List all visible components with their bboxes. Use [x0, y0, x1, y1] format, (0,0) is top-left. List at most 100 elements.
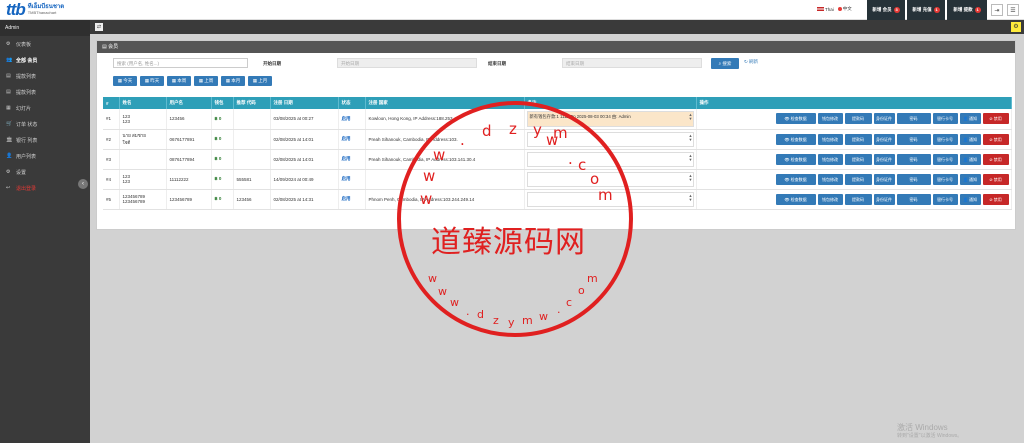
- password-button[interactable]: 密码: [896, 193, 931, 205]
- search-input[interactable]: 搜索 (用户名, 姓名...): [113, 58, 248, 68]
- check-data-button[interactable]: 👁 检查数据: [775, 153, 816, 165]
- sidebar-item-members[interactable]: 👥 全部 会员: [0, 52, 90, 68]
- disable-button[interactable]: ⊘ 禁用: [982, 113, 1009, 125]
- disable-button[interactable]: ⊘ 禁用: [982, 193, 1009, 205]
- remark-spinner-icon[interactable]: ▲ ▼: [689, 153, 693, 162]
- sidebar-item-order-status[interactable]: 🛒 订单 状态: [0, 116, 90, 132]
- id-card-button[interactable]: 身份证件: [873, 173, 895, 185]
- password-button[interactable]: 密码: [896, 133, 931, 145]
- logo-name-line2: TMBThanachart: [27, 10, 57, 15]
- bank-card-button[interactable]: 银行卡号: [932, 193, 958, 205]
- id-card-button[interactable]: 身份证件: [873, 153, 895, 165]
- sidebar-item-bank-list[interactable]: 🏛 银行 列表: [0, 132, 90, 148]
- sidebar-item-withdraw-list-2[interactable]: ▤ 提款列表: [0, 84, 90, 100]
- remark-textarea[interactable]: [526, 171, 694, 187]
- cell-no: #5: [103, 189, 120, 210]
- filter-this-month-button[interactable]: ▦ 本月: [221, 76, 245, 86]
- disable-button[interactable]: ⊘ 禁用: [982, 153, 1009, 165]
- cell-status: 启用: [338, 169, 366, 190]
- sidebar-item-logout[interactable]: ↩ 退出登录: [0, 180, 90, 196]
- wallet-edit-button[interactable]: 钱包修改: [817, 193, 843, 205]
- notify-button[interactable]: 👤 通知: [959, 133, 981, 145]
- filter-last-month-button[interactable]: ▦ 上月: [248, 76, 272, 86]
- sidebar-item-user-list[interactable]: 👤 用户列表: [0, 148, 90, 164]
- refresh-button[interactable]: ↻ 刷新: [744, 59, 758, 65]
- new-members-button[interactable]: 新增 会员 3: [867, 0, 905, 20]
- cell-username: 123456: [166, 109, 212, 130]
- notify-button[interactable]: 👤 通知: [959, 153, 981, 165]
- notify-button[interactable]: 👤 通知: [959, 173, 981, 185]
- lang-thai[interactable]: Thai: [817, 7, 834, 12]
- logout-icon[interactable]: ⇥: [991, 4, 1003, 16]
- menu-icon[interactable]: ☰: [1007, 4, 1019, 16]
- new-deposit-button[interactable]: 新增 充值 1: [907, 0, 945, 20]
- cell-wallet: ฿ 0: [211, 189, 234, 210]
- col-ref-code: 推荐 代码: [233, 97, 271, 109]
- bank-card-button[interactable]: 银行卡号: [932, 113, 958, 125]
- col-name: 姓名: [119, 97, 167, 109]
- check-data-button[interactable]: 👁 检查数据: [775, 113, 816, 125]
- cell-ip: Kowloon, Hong Kong, IP Address:188.253.: [365, 109, 525, 130]
- withdraw-code-button[interactable]: 提款码: [844, 153, 872, 165]
- swap-icon[interactable]: ⇄: [95, 23, 103, 31]
- new-withdraw-button[interactable]: 新增 提款 1: [947, 0, 987, 20]
- withdraw-code-button[interactable]: 提款码: [844, 133, 872, 145]
- user-icon: 👤: [6, 153, 13, 159]
- check-data-button[interactable]: 👁 检查数据: [775, 173, 816, 185]
- col-remark: 备注: [524, 97, 697, 109]
- bank-card-button[interactable]: 银行卡号: [932, 133, 958, 145]
- notify-button[interactable]: 👤 通知: [959, 193, 981, 205]
- filter-today-button[interactable]: ▦ 今天: [113, 76, 137, 86]
- filter-this-week-button[interactable]: ▦ 本周: [167, 76, 191, 86]
- windows-activation-notice: 激活 Windows 转到"设置"以激活 Windows。: [897, 423, 963, 439]
- filter-last-week-button[interactable]: ▦ 上周: [194, 76, 218, 86]
- lang-cn[interactable]: 中文: [837, 6, 852, 12]
- remark-textarea[interactable]: [526, 151, 694, 167]
- withdraw-code-button[interactable]: 提款码: [844, 113, 872, 125]
- slides-icon: ▦: [6, 105, 11, 111]
- china-flag-icon: [837, 6, 842, 11]
- start-date-input[interactable]: 开始日期: [337, 58, 477, 68]
- wallet-edit-button[interactable]: 钱包修改: [817, 173, 843, 185]
- sidebar-item-dashboard[interactable]: ⚙ 仪表板: [0, 36, 90, 52]
- disable-button[interactable]: ⊘ 禁用: [982, 173, 1009, 185]
- end-date-input[interactable]: 结束日期: [562, 58, 702, 68]
- password-button[interactable]: 密码: [896, 153, 931, 165]
- sidebar-item-settings[interactable]: ⚙ 设置: [0, 164, 90, 180]
- check-data-button[interactable]: 👁 检查数据: [775, 133, 816, 145]
- wallet-edit-button[interactable]: 钱包修改: [817, 133, 843, 145]
- cell-status: 启用: [338, 189, 366, 210]
- wallet-edit-button[interactable]: 钱包修改: [817, 113, 843, 125]
- withdraw-code-button[interactable]: 提款码: [844, 193, 872, 205]
- sidebar-item-slides[interactable]: ▦ 幻灯片: [0, 100, 90, 116]
- cell-no: #2: [103, 129, 120, 150]
- bank-card-button[interactable]: 银行卡号: [932, 153, 958, 165]
- cell-wallet: ฿ 0: [211, 109, 234, 130]
- password-button[interactable]: 密码: [896, 173, 931, 185]
- remark-spinner-icon[interactable]: ▲ ▼: [689, 173, 693, 182]
- filter-yesterday-button[interactable]: ▦ 昨天: [140, 76, 164, 86]
- wallet-edit-button[interactable]: 钱包修改: [817, 153, 843, 165]
- search-button[interactable]: ⌕ 搜索: [711, 58, 739, 69]
- check-data-button[interactable]: 👁 检查数据: [775, 193, 816, 205]
- remark-spinner-icon[interactable]: ▲ ▼: [689, 133, 693, 142]
- sidebar-collapse-icon[interactable]: ‹: [78, 179, 88, 189]
- col-actions: 操作: [696, 97, 1012, 109]
- id-card-button[interactable]: 身份证件: [873, 193, 895, 205]
- id-card-button[interactable]: 身份证件: [873, 113, 895, 125]
- remark-spinner-icon[interactable]: ▲ ▼: [689, 193, 693, 202]
- cell-username: 123456789: [166, 189, 212, 210]
- withdraw-code-button[interactable]: 提款码: [844, 173, 872, 185]
- id-card-button[interactable]: 身份证件: [873, 133, 895, 145]
- sidebar: Admin ⚙ 仪表板 👥 全部 会员 ▤ 提款列表 ▤ 提款列表 ▦ 幻灯片 🛒 订单 状…: [0, 20, 90, 443]
- settings-gear-icon[interactable]: ⚙: [1011, 22, 1021, 32]
- brand-logo[interactable]: ttb ทีเอ็มบีธนชาต TMBThanachart: [6, 0, 64, 19]
- disable-button[interactable]: ⊘ 禁用: [982, 133, 1009, 145]
- password-button[interactable]: 密码: [896, 113, 931, 125]
- remark-spinner-icon[interactable]: ▲ ▼: [689, 113, 693, 121]
- cell-remark: 新有钱包存款:1 1111 On 2025-08-03 00:34 由: Adm…: [524, 109, 697, 130]
- sidebar-item-withdraw-list[interactable]: ▤ 提款列表: [0, 68, 90, 84]
- remark-textarea[interactable]: 新有钱包存款:1 1111 On 2025-08-03 00:34 由: Adm…: [526, 111, 694, 127]
- bank-card-button[interactable]: 银行卡号: [932, 173, 958, 185]
- notify-button[interactable]: 👤 通知: [959, 113, 981, 125]
